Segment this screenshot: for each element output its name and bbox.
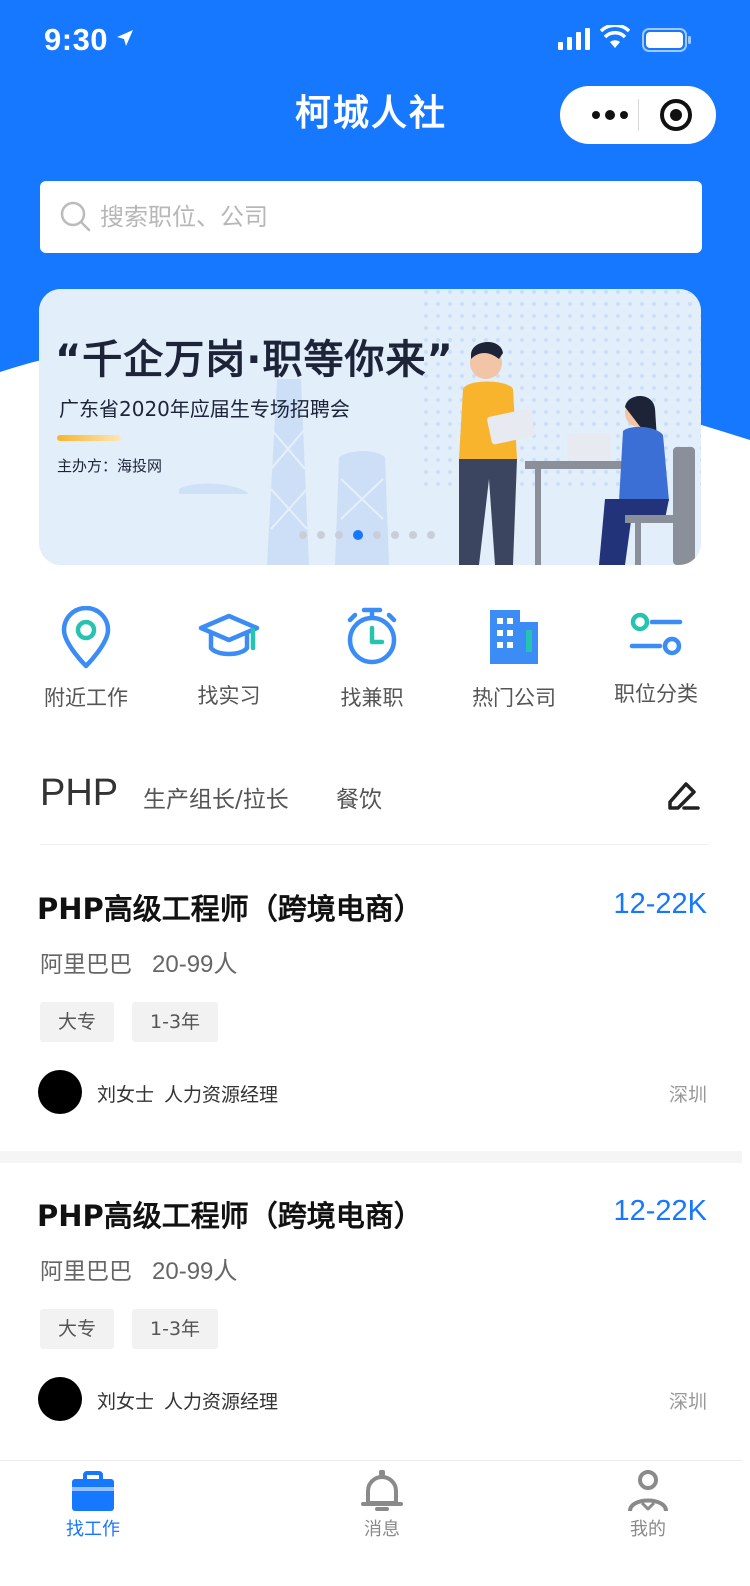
- status-time: 9:30: [44, 22, 109, 57]
- quick-nav-hot-companies[interactable]: 热门公司: [444, 600, 584, 720]
- wifi-icon: [600, 25, 630, 48]
- close-target-icon[interactable]: [660, 99, 692, 131]
- job-tag: 1-3年: [132, 1002, 219, 1042]
- banner-dot[interactable]: [373, 531, 381, 539]
- user-icon: [628, 1470, 668, 1512]
- tabbar-find-jobs[interactable]: 找工作: [33, 1469, 153, 1541]
- job-salary: 12-22K: [613, 888, 707, 920]
- quick-nav-label: 附近工作: [44, 686, 128, 710]
- quick-nav-label: 热门公司: [472, 686, 556, 710]
- search-bar: [40, 181, 702, 253]
- job-city: 深圳: [668, 1084, 707, 1106]
- job-city: 深圳: [668, 1391, 707, 1413]
- banner-dot[interactable]: [299, 531, 307, 539]
- quick-nav-nearby-jobs[interactable]: 附近工作: [16, 600, 156, 720]
- banner-dot[interactable]: [353, 530, 363, 540]
- mini-program-capsule: [560, 86, 716, 144]
- banner-dot[interactable]: [317, 531, 325, 539]
- tab-php[interactable]: PHP: [40, 772, 118, 815]
- job-title: PHP高级工程师（跨境电商）: [37, 892, 423, 926]
- job-tag: 大专: [40, 1309, 115, 1349]
- tab-catering[interactable]: 餐饮: [336, 780, 382, 814]
- edit-pen-icon[interactable]: [664, 776, 702, 814]
- alarm-clock-icon: [347, 607, 397, 665]
- company-size: 20-99人: [152, 951, 238, 978]
- banner-organizer: 主办方：海投网: [57, 457, 163, 475]
- quick-nav-part-time[interactable]: 找兼职: [302, 600, 442, 720]
- search-input[interactable]: [100, 181, 680, 253]
- banner-dot[interactable]: [409, 531, 417, 539]
- office-building-icon: [490, 610, 538, 664]
- tabbar-profile[interactable]: 我的: [588, 1469, 708, 1541]
- quick-nav-label: 找兼职: [340, 686, 404, 710]
- divider: [40, 844, 708, 845]
- briefcase-icon: [72, 1471, 114, 1511]
- signal-icon: [558, 28, 590, 50]
- more-dots-icon[interactable]: [584, 86, 636, 144]
- tab-production-leader[interactable]: 生产组长/拉长: [143, 780, 289, 814]
- location-arrow-icon: [117, 30, 133, 46]
- job-title: PHP高级工程师（跨境电商）: [37, 1199, 423, 1233]
- quick-nav-job-categories[interactable]: 职位分类: [586, 600, 726, 720]
- quick-nav-internship[interactable]: 找实习: [159, 600, 299, 720]
- recruiter-role: 人力资源经理: [164, 1084, 279, 1106]
- job-card[interactable]: PHP高级工程师（跨境电商） 12-22K 阿里巴巴 20-99人 大专 1-3年…: [0, 874, 742, 1164]
- quick-nav-label: 职位分类: [614, 682, 698, 706]
- recruiter-name: 刘女士: [97, 1084, 155, 1106]
- bottom-tab-bar: 找工作 消息 我的: [0, 1460, 742, 1586]
- tabbar-label: 消息: [364, 1519, 400, 1540]
- status-bar: 9:30: [0, 0, 750, 80]
- job-salary: 12-22K: [613, 1195, 707, 1227]
- section-gap: [0, 1151, 742, 1163]
- banner-dot[interactable]: [391, 531, 399, 539]
- company-size: 20-99人: [152, 1258, 238, 1285]
- search-icon: [60, 201, 91, 232]
- tabbar-label: 找工作: [66, 1519, 120, 1540]
- quick-nav-label: 找实习: [197, 684, 261, 708]
- bell-icon: [361, 1470, 403, 1511]
- location-pin-icon: [61, 606, 111, 669]
- tabbar-messages[interactable]: 消息: [322, 1469, 442, 1541]
- banner-subtitle: 广东省2020年应届生专场招聘会: [59, 397, 350, 421]
- banner-dot[interactable]: [335, 531, 343, 539]
- job-tag: 大专: [40, 1002, 115, 1042]
- capsule-divider: [638, 99, 639, 131]
- banner-accent-bar: [57, 435, 121, 441]
- filter-sliders-icon: [629, 612, 683, 656]
- job-tag: 1-3年: [132, 1309, 219, 1349]
- recruiter-name: 刘女士: [97, 1391, 155, 1413]
- promo-banner[interactable]: “千企万岗·职等你来” 广东省2020年应届生专场招聘会 主办方：海投网: [39, 289, 701, 565]
- avatar: [38, 1377, 82, 1421]
- banner-headline: “千企万岗·职等你来”: [55, 337, 454, 383]
- company-name: 阿里巴巴: [40, 952, 132, 978]
- graduation-cap-icon: [198, 613, 260, 657]
- job-card[interactable]: PHP高级工程师（跨境电商） 12-22K 阿里巴巴 20-99人 大专 1-3年…: [0, 1181, 742, 1471]
- battery-icon: [642, 28, 691, 52]
- avatar: [38, 1070, 82, 1114]
- recruiter-role: 人力资源经理: [164, 1391, 279, 1413]
- banner-dot[interactable]: [427, 531, 435, 539]
- banner-pagination: [299, 530, 435, 540]
- quick-nav: 附近工作 找实习 找兼职 热门公司 职位分类: [0, 600, 742, 720]
- category-tabs: PHP 生产组长/拉长 餐饮: [40, 770, 710, 830]
- recruiter-info: 刘女士 人力资源经理: [97, 1387, 278, 1414]
- job-company: 阿里巴巴 20-99人: [40, 944, 237, 979]
- company-name: 阿里巴巴: [40, 1259, 132, 1285]
- job-company: 阿里巴巴 20-99人: [40, 1251, 237, 1286]
- tabbar-label: 我的: [630, 1519, 666, 1540]
- recruiter-info: 刘女士 人力资源经理: [97, 1080, 278, 1107]
